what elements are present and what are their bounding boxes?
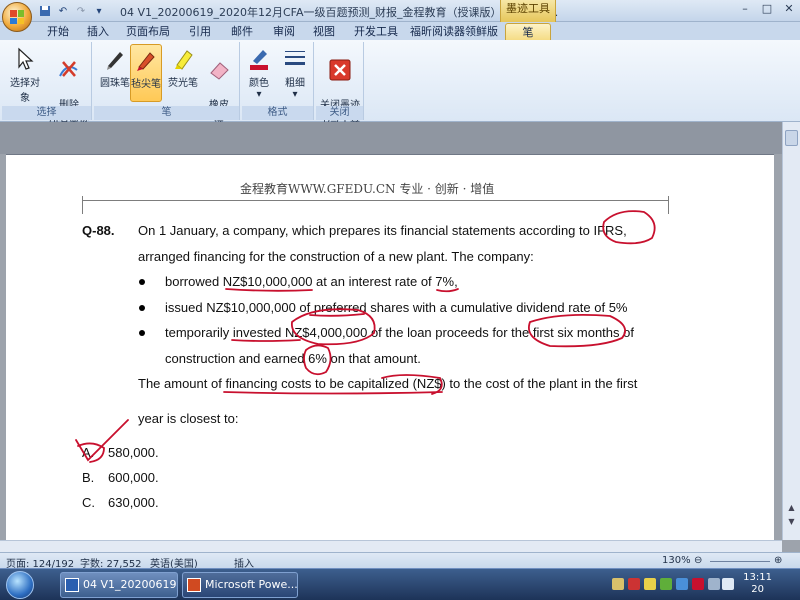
ink-underline-financing-costs — [223, 391, 443, 395]
ink-underline-invested — [231, 339, 301, 342]
task-powerpoint[interactable]: Microsoft Powe... — [182, 572, 298, 598]
vertical-scrollbar[interactable]: ▲ ▼ — [782, 122, 800, 540]
status-bar: 页面: 124/192 字数: 27,552 英语(美国) 插入 130% ⊖ … — [0, 552, 800, 570]
ink-underline-nz10m — [225, 288, 313, 292]
scroll-down-arrow-icon[interactable]: ▼ — [785, 516, 798, 528]
ink-circle-6pct — [303, 344, 332, 376]
ink-underline-7pct — [436, 288, 459, 293]
task-word-doc[interactable]: 04 V1_20200619... — [60, 572, 178, 598]
horizontal-scrollbar[interactable] — [0, 540, 782, 552]
tray-icon[interactable] — [644, 578, 656, 590]
zoom-slider[interactable] — [710, 561, 770, 562]
tray-icon[interactable] — [612, 578, 624, 590]
ink-circle-ifrs — [602, 210, 656, 245]
zoom-level[interactable]: 130% — [662, 555, 691, 566]
tray-icon[interactable] — [660, 578, 672, 590]
scroll-up-arrow-icon[interactable]: ▲ — [785, 502, 798, 514]
clock[interactable]: 13:11 20 — [743, 572, 772, 596]
tray-icon[interactable] — [692, 578, 704, 590]
ink-circle-option-a — [77, 442, 105, 463]
office-logo-icon — [10, 10, 24, 24]
start-button[interactable] — [6, 571, 34, 599]
ink-circle-six-months — [528, 313, 626, 348]
scroll-thumb[interactable] — [785, 130, 798, 146]
ink-annotations — [75, 210, 656, 463]
tray-icon[interactable] — [628, 578, 640, 590]
tray-icon[interactable] — [676, 578, 688, 590]
zoom-out-icon[interactable]: ⊖ — [694, 555, 702, 566]
word-app-icon — [65, 578, 79, 592]
taskbar: 04 V1_20200619... Microsoft Powe... 13:1… — [0, 568, 800, 600]
powerpoint-app-icon — [187, 578, 201, 592]
ink-underline-preferred — [309, 313, 365, 317]
ink-circle-nzd — [381, 374, 443, 395]
network-icon[interactable] — [708, 578, 720, 590]
office-button[interactable] — [2, 2, 32, 32]
volume-icon[interactable] — [722, 578, 734, 590]
zoom-in-icon[interactable]: ⊕ — [774, 555, 782, 566]
